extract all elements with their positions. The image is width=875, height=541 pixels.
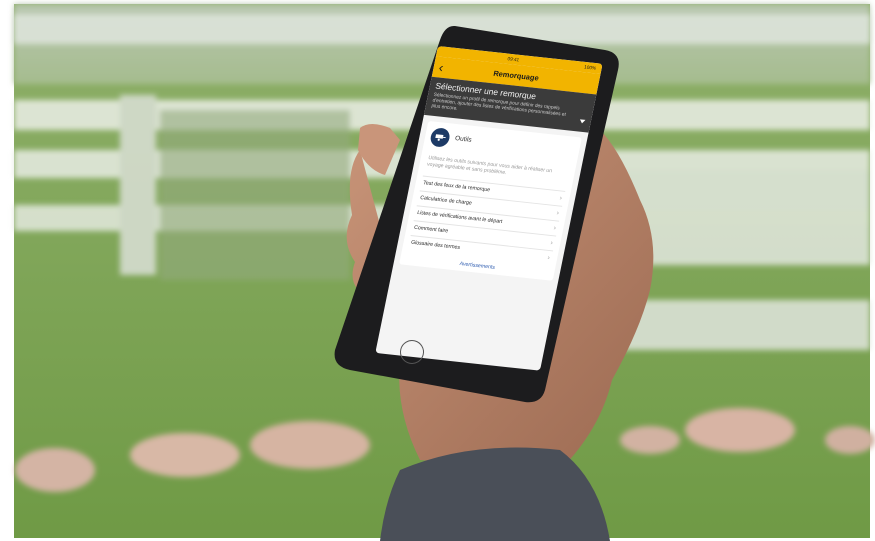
photo-scene: 09:41 100% ‹ Remorquage Sélectionner une… <box>0 0 875 541</box>
list-item-label: Calculatrice de charge <box>419 195 473 207</box>
tools-card-header: Outils <box>429 126 575 161</box>
status-time: 09:41 <box>507 55 520 63</box>
tools-card: Outils Utilisez les outils suivants pour… <box>399 120 582 281</box>
battery-level: 100% <box>583 64 597 72</box>
tools-card-title: Outils <box>454 135 473 144</box>
chevron-right-icon: › <box>549 239 554 247</box>
chevron-left-icon[interactable]: ‹ <box>432 56 451 78</box>
list-item-label: Glossaire des termes <box>410 240 461 251</box>
chevron-right-icon: › <box>553 224 557 232</box>
list-item-label: Comment faire <box>413 225 449 235</box>
chevron-right-icon: › <box>559 194 563 202</box>
chevron-right-icon: › <box>546 254 551 262</box>
chevron-right-icon: › <box>556 209 560 217</box>
caret-down-icon[interactable] <box>579 119 586 124</box>
trailer-icon <box>429 126 452 148</box>
